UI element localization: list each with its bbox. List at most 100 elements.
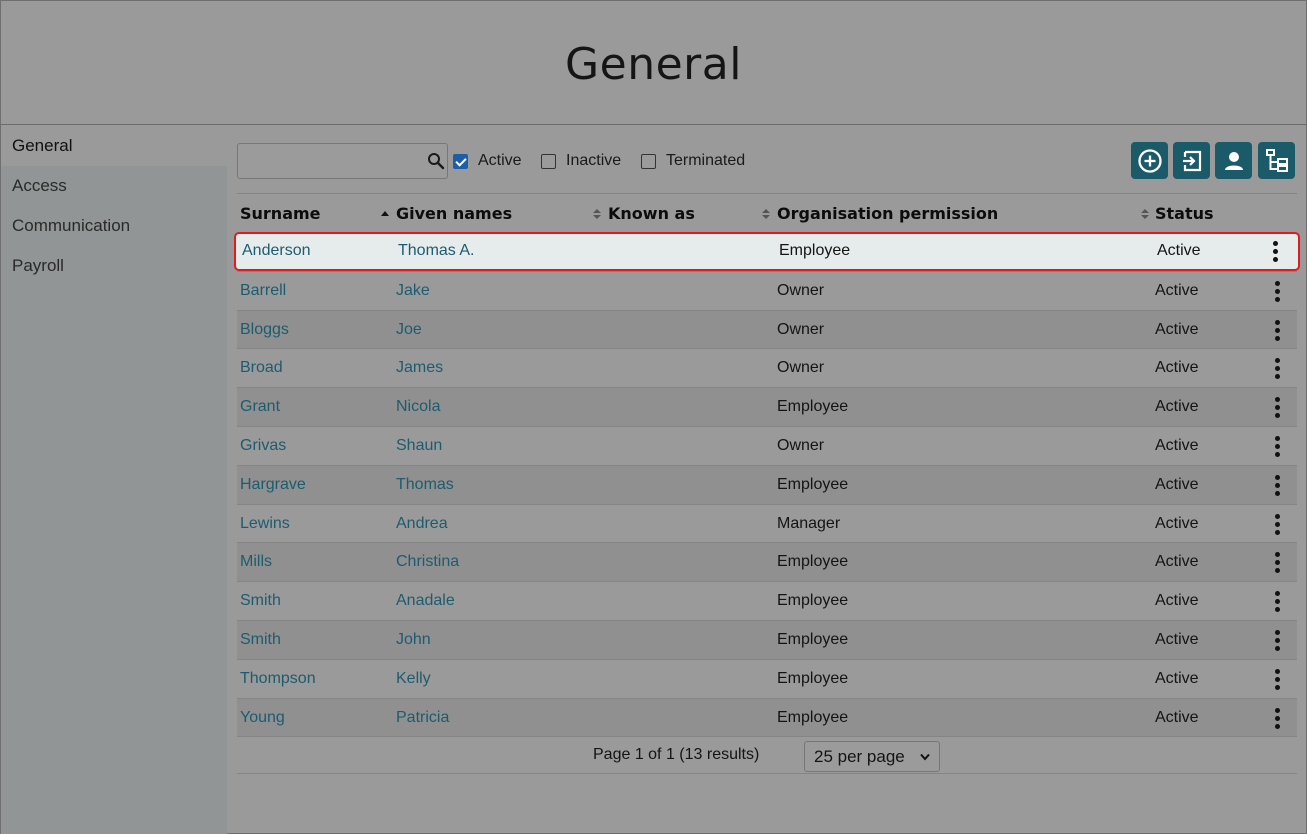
surname-cell[interactable]: Young — [240, 709, 285, 727]
kebab-dot — [1275, 513, 1280, 519]
column-header-given-names[interactable]: Given names — [396, 204, 512, 223]
given-names-cell[interactable]: Joe — [396, 321, 422, 339]
table-row[interactable]: Smith John Employee Active — [237, 619, 1297, 659]
organisation-permission-cell: Employee — [779, 242, 851, 259]
sidebar-item-communication[interactable]: Communication — [1, 206, 227, 246]
kebab-dot — [1275, 637, 1280, 643]
more-options-icon[interactable] — [1275, 552, 1281, 574]
table-row[interactable]: Broad James Owner Active — [237, 348, 1297, 387]
surname-cell[interactable]: Smith — [240, 631, 281, 649]
kebab-dot — [1275, 676, 1280, 682]
surname-cell[interactable]: Lewins — [240, 515, 290, 533]
more-options-icon[interactable] — [1273, 241, 1279, 263]
given-names-cell[interactable]: Thomas A. — [398, 242, 474, 260]
table-row[interactable]: Hargrave Thomas Employee Active — [237, 464, 1297, 504]
table-row[interactable]: Bloggs Joe Owner Active — [237, 309, 1297, 349]
given-names-cell[interactable]: Jake — [396, 282, 430, 300]
more-options-icon[interactable] — [1275, 474, 1281, 497]
table-row[interactable]: Mills Christina Employee Active — [237, 542, 1297, 582]
terminated-checkbox[interactable] — [641, 153, 656, 169]
more-options-icon[interactable] — [1275, 513, 1281, 536]
active-checkbox[interactable] — [453, 153, 468, 169]
more-options-icon[interactable] — [1275, 668, 1281, 691]
column-header-status[interactable]: Status — [1155, 204, 1214, 223]
more-options-icon[interactable] — [1275, 358, 1281, 380]
table-row[interactable]: Anderson Thomas A. Employee Active — [234, 232, 1300, 271]
column-header-organisation-permission[interactable]: Organisation permission — [777, 204, 998, 223]
table-row[interactable]: Barrell Jake Owner Active — [237, 270, 1297, 310]
given-names-cell[interactable]: Thomas — [396, 476, 454, 494]
sort-icon[interactable] — [761, 208, 771, 220]
filter-inactive[interactable]: Inactive — [541, 152, 621, 170]
table-row[interactable]: Grant Nicola Employee Active — [237, 387, 1297, 426]
more-options-icon[interactable] — [1275, 397, 1281, 419]
surname-cell[interactable]: Hargrave — [240, 476, 306, 494]
search-icon[interactable] — [427, 152, 445, 170]
given-names-cell[interactable]: Patricia — [396, 709, 449, 727]
kebab-dot — [1273, 257, 1278, 262]
given-names-cell[interactable]: Christina — [396, 553, 459, 571]
surname-cell[interactable]: Bloggs — [240, 321, 289, 339]
table-row[interactable]: Smith Anadale Employee Active — [237, 581, 1297, 620]
sidebar-item-access[interactable]: Access — [1, 166, 227, 206]
given-names-cell[interactable]: James — [396, 359, 443, 377]
status-cell: Active — [1155, 630, 1199, 648]
sidebar-item-general[interactable]: General — [1, 126, 227, 166]
given-names-cell[interactable]: John — [396, 631, 431, 649]
kebab-dot — [1275, 490, 1280, 496]
filter-active[interactable]: Active — [453, 152, 522, 170]
column-header-surname[interactable]: Surname — [240, 204, 321, 223]
sort-icon[interactable] — [592, 208, 602, 220]
more-options-icon[interactable] — [1275, 435, 1281, 458]
surname-cell[interactable]: Mills — [240, 553, 272, 571]
status-cell: Active — [1155, 475, 1199, 493]
organisation-permission-cell: Employee — [777, 475, 849, 493]
more-options-icon[interactable] — [1275, 629, 1281, 652]
add-button[interactable] — [1131, 142, 1168, 179]
organisation-permission-cell: Employee — [777, 398, 849, 416]
more-options-icon[interactable] — [1275, 319, 1281, 342]
status-cell: Active — [1155, 436, 1199, 454]
inactive-checkbox[interactable] — [541, 153, 556, 169]
filter-terminated[interactable]: Terminated — [641, 152, 745, 170]
sort-icon[interactable] — [1140, 208, 1150, 220]
main-content: Active Inactive Terminated Surname Given… — [227, 126, 1307, 834]
more-options-icon[interactable] — [1275, 280, 1281, 303]
more-options-icon[interactable] — [1275, 707, 1281, 730]
column-header-known-as[interactable]: Known as — [608, 204, 695, 223]
surname-cell[interactable]: Broad — [240, 359, 283, 377]
table-row[interactable]: Thompson Kelly Employee Active — [237, 658, 1297, 698]
surname-cell[interactable]: Thompson — [240, 670, 316, 688]
table-body: Anderson Thomas A. Employee Active Barrell Ja… — [234, 232, 1300, 737]
surname-cell[interactable]: Smith — [240, 592, 281, 610]
sort-ascending-icon[interactable] — [380, 208, 390, 220]
surname-cell[interactable]: Grivas — [240, 437, 286, 455]
surname-cell[interactable]: Anderson — [242, 242, 311, 260]
sidebar-item-payroll[interactable]: Payroll — [1, 246, 227, 286]
status-cell: Active — [1155, 514, 1199, 532]
kebab-dot — [1275, 335, 1280, 341]
more-options-icon[interactable] — [1275, 591, 1281, 613]
table-header: Surname Given names Known as Organisatio… — [237, 194, 1297, 232]
surname-cell[interactable]: Grant — [240, 398, 280, 416]
kebab-dot — [1275, 482, 1280, 488]
table-row[interactable]: Grivas Shaun Owner Active — [237, 425, 1297, 465]
given-names-cell[interactable]: Nicola — [396, 398, 440, 416]
kebab-dot — [1275, 599, 1280, 605]
status-cell: Active — [1155, 553, 1199, 571]
import-button[interactable] — [1173, 142, 1210, 179]
per-page-select[interactable]: 25 per page — [804, 741, 940, 773]
person-button[interactable] — [1215, 142, 1252, 179]
table-row[interactable]: Young Patricia Employee Active — [237, 697, 1297, 737]
hierarchy-button[interactable] — [1258, 142, 1295, 179]
given-names-cell[interactable]: Anadale — [396, 592, 455, 610]
given-names-cell[interactable]: Kelly — [396, 670, 431, 688]
kebab-dot — [1275, 568, 1280, 574]
kebab-dot — [1275, 397, 1280, 403]
table-row[interactable]: Lewins Andrea Manager Active — [237, 503, 1297, 543]
search-input[interactable] — [237, 143, 448, 179]
surname-cell[interactable]: Barrell — [240, 282, 286, 300]
given-names-cell[interactable]: Andrea — [396, 515, 448, 533]
status-cell: Active — [1155, 398, 1199, 416]
given-names-cell[interactable]: Shaun — [396, 437, 442, 455]
